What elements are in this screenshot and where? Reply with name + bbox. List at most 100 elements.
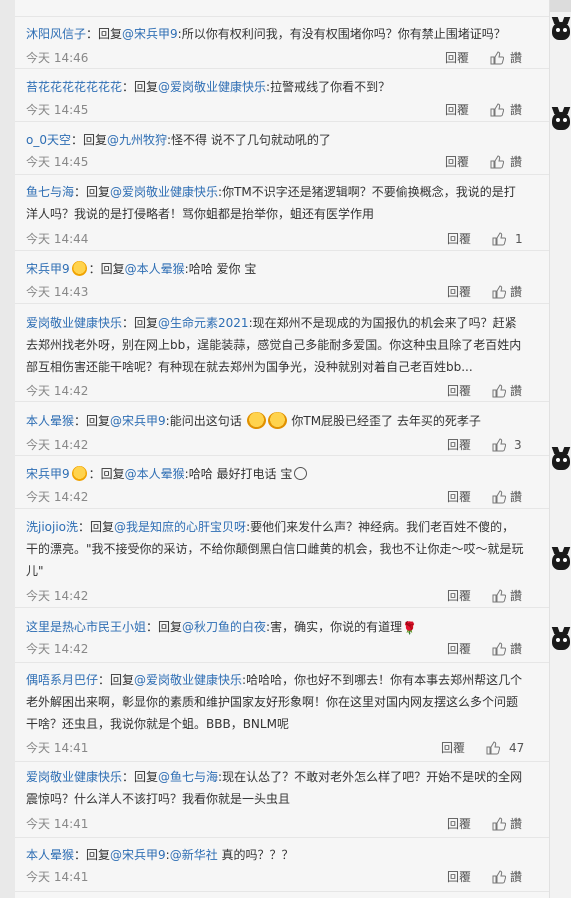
mention-link[interactable]: @爱岗敬业健康快乐 — [110, 185, 218, 199]
reply-button[interactable]: 回覆 — [447, 231, 471, 247]
mention-link[interactable]: @本人晕猴 — [125, 467, 185, 481]
thumbs-up-icon[interactable] — [492, 870, 506, 884]
like-count[interactable]: 1 — [515, 231, 523, 247]
reply-button[interactable]: 回覆 — [447, 869, 471, 885]
comment-item: 偶唔系月巴仔：回复@爱岗敬业健康快乐:哈哈哈，你也好不到哪去！你有本事去郑州帮这… — [15, 663, 549, 762]
mention-link[interactable]: @宋兵甲9 — [122, 27, 178, 41]
mention-link[interactable]: @生命元素2021 — [158, 316, 249, 330]
thumbs-up-icon[interactable] — [492, 285, 506, 299]
comment-time: 今天 14:41 — [26, 741, 89, 755]
comment-username[interactable]: 爱岗敬业健康快乐 — [26, 316, 122, 330]
comment-item: 爱岗敬业健康快乐：回复@生命元素2021:现在郑州不是现成的为国报仇的机会来了吗… — [15, 304, 549, 402]
cat-decoration-icon — [552, 112, 570, 130]
comment-text: 爱岗敬业健康快乐：回复@鱼七与海:现在认怂了？不敢对老外怎么样了吧？开始不是吠的… — [26, 766, 526, 810]
rose-emoji-icon: 🌹 — [402, 621, 418, 635]
like-count[interactable]: 3 — [514, 437, 522, 453]
comment-username[interactable]: 苔花花花花花花花 — [26, 80, 122, 94]
comment-username[interactable]: 爱岗敬业健康快乐 — [26, 770, 122, 784]
reply-button[interactable]: 回覆 — [445, 102, 469, 118]
window-edge — [550, 0, 571, 12]
like-button[interactable]: 讚 — [510, 154, 522, 170]
mention-link[interactable]: @爱岗敬业健康快乐 — [158, 80, 266, 94]
comment-text: 本人晕猴：回复@宋兵甲9:@新华社 真的吗？？？ — [26, 844, 526, 866]
mention-link[interactable]: @秋刀鱼的白夜 — [182, 620, 266, 634]
thumbs-up-icon[interactable] — [492, 232, 506, 246]
thumbs-up-icon[interactable] — [492, 490, 506, 504]
mention-link[interactable]: @爱岗敬业健康快乐 — [134, 673, 242, 687]
reply-prefix: ：回复 — [74, 414, 111, 428]
thumbs-up-icon[interactable] — [492, 589, 506, 603]
comment-feed: 沐阳风信子：回复@宋兵甲9:所以你有权利问我，有没有权围堵你吗？你有禁止围堵证吗… — [15, 0, 550, 898]
mention-link[interactable]: @九州牧狩 — [107, 133, 167, 147]
reply-prefix: ：回复 — [88, 467, 125, 481]
comment-time: 今天 14:42 — [26, 490, 89, 504]
cat-decoration-icon — [552, 452, 570, 470]
reply-button[interactable]: 回覆 — [445, 50, 469, 66]
comment-username[interactable]: 偶唔系月巴仔 — [26, 673, 98, 687]
thumbs-up-icon[interactable] — [492, 438, 506, 452]
comment-time: 今天 14:42 — [26, 642, 89, 656]
mention-link[interactable]: @新华社 — [170, 848, 218, 862]
thumbs-up-icon[interactable] — [486, 741, 500, 755]
like-button[interactable]: 讚 — [510, 869, 522, 885]
thumbs-up-icon[interactable] — [490, 51, 504, 65]
comment-item: 本人晕猴：回复@宋兵甲9:能问出这句话 你TM屁股已经歪了 去年买的死孝子 今天… — [15, 402, 549, 456]
comment-username[interactable]: 沐阳风信子 — [26, 27, 86, 41]
like-button[interactable]: 讚 — [510, 50, 522, 66]
comment-username[interactable]: 宋兵甲9 — [26, 467, 70, 481]
like-button[interactable]: 讚 — [510, 489, 522, 505]
like-button[interactable]: 讚 — [510, 816, 522, 832]
like-button[interactable]: 讚 — [510, 284, 522, 300]
reply-button[interactable]: 回覆 — [447, 284, 471, 300]
comment-content: :怪不得 说不了几句就动吼的了 — [167, 133, 331, 147]
crown-badge-icon — [71, 261, 87, 276]
thumbs-up-icon[interactable] — [492, 817, 506, 831]
reply-button[interactable]: 回覆 — [447, 383, 471, 399]
like-count[interactable]: 47 — [509, 740, 524, 756]
comment-item: o_0天空：回复@九州牧狩:怪不得 说不了几句就动吼的了 今天 14:45 回覆… — [15, 122, 549, 175]
comment-username[interactable]: 本人晕猴 — [26, 848, 74, 862]
right-background-strip — [550, 0, 571, 898]
comment-time: 今天 14:42 — [26, 589, 89, 603]
reply-button[interactable]: 回覆 — [445, 154, 469, 170]
comment-content: :哈哈 爱你 宝 — [184, 262, 257, 276]
reply-button[interactable]: 回覆 — [447, 816, 471, 832]
reply-button[interactable]: 回覆 — [447, 437, 471, 453]
mention-link[interactable]: @本人晕猴 — [125, 262, 185, 276]
thumbs-up-icon[interactable] — [490, 155, 504, 169]
like-button[interactable]: 讚 — [510, 588, 522, 604]
thumbs-up-icon[interactable] — [492, 384, 506, 398]
comment-username[interactable]: 洗jiojio洗 — [26, 520, 78, 534]
comment-text: o_0天空：回复@九州牧狩:怪不得 说不了几句就动吼的了 — [26, 129, 526, 151]
reply-button[interactable]: 回覆 — [447, 489, 471, 505]
reply-button[interactable]: 回覆 — [447, 588, 471, 604]
laughing-emoji-icon — [267, 412, 287, 429]
comment-username[interactable]: o_0天空 — [26, 133, 71, 147]
thumbs-up-icon[interactable] — [490, 103, 504, 117]
comment-text: 洗jiojio洗：回复@我是知庶的心肝宝贝呀:要他们来发什么声？神经病。我们老百… — [26, 516, 526, 582]
mention-link[interactable]: @我是知庶的心肝宝贝呀 — [114, 520, 246, 534]
like-button[interactable]: 讚 — [510, 641, 522, 657]
cat-decoration-icon — [552, 22, 570, 40]
mention-link[interactable]: @鱼七与海 — [158, 770, 218, 784]
comment-username[interactable]: 这里是热心市民王小姐 — [26, 620, 146, 634]
mention-link[interactable]: @宋兵甲9 — [110, 414, 166, 428]
comment-time: 今天 14:45 — [26, 155, 89, 169]
reply-prefix: ：回复 — [98, 673, 135, 687]
comment-username[interactable]: 宋兵甲9 — [26, 262, 70, 276]
left-gutter — [0, 0, 15, 898]
reply-button[interactable]: 回覆 — [441, 740, 465, 756]
thumbs-up-icon[interactable] — [492, 642, 506, 656]
reply-button[interactable]: 回覆 — [447, 641, 471, 657]
mention-link[interactable]: @宋兵甲9 — [110, 848, 166, 862]
like-button[interactable]: 讚 — [510, 383, 522, 399]
comment-username[interactable]: 本人晕猴 — [26, 414, 74, 428]
reply-prefix: ：回复 — [78, 520, 115, 534]
comment-username[interactable]: 鱼七与海 — [26, 185, 74, 199]
laughing-emoji-icon — [246, 412, 266, 429]
comment-item: 本人晕猴：回复@宋兵甲9:@新华社 真的吗？？？ 今天 14:41 回覆 讚 — [15, 838, 549, 892]
dog-emoji-icon — [294, 467, 308, 480]
comment-time: 今天 14:42 — [26, 384, 89, 398]
like-button[interactable]: 讚 — [510, 102, 522, 118]
reply-prefix: ：回复 — [74, 848, 111, 862]
